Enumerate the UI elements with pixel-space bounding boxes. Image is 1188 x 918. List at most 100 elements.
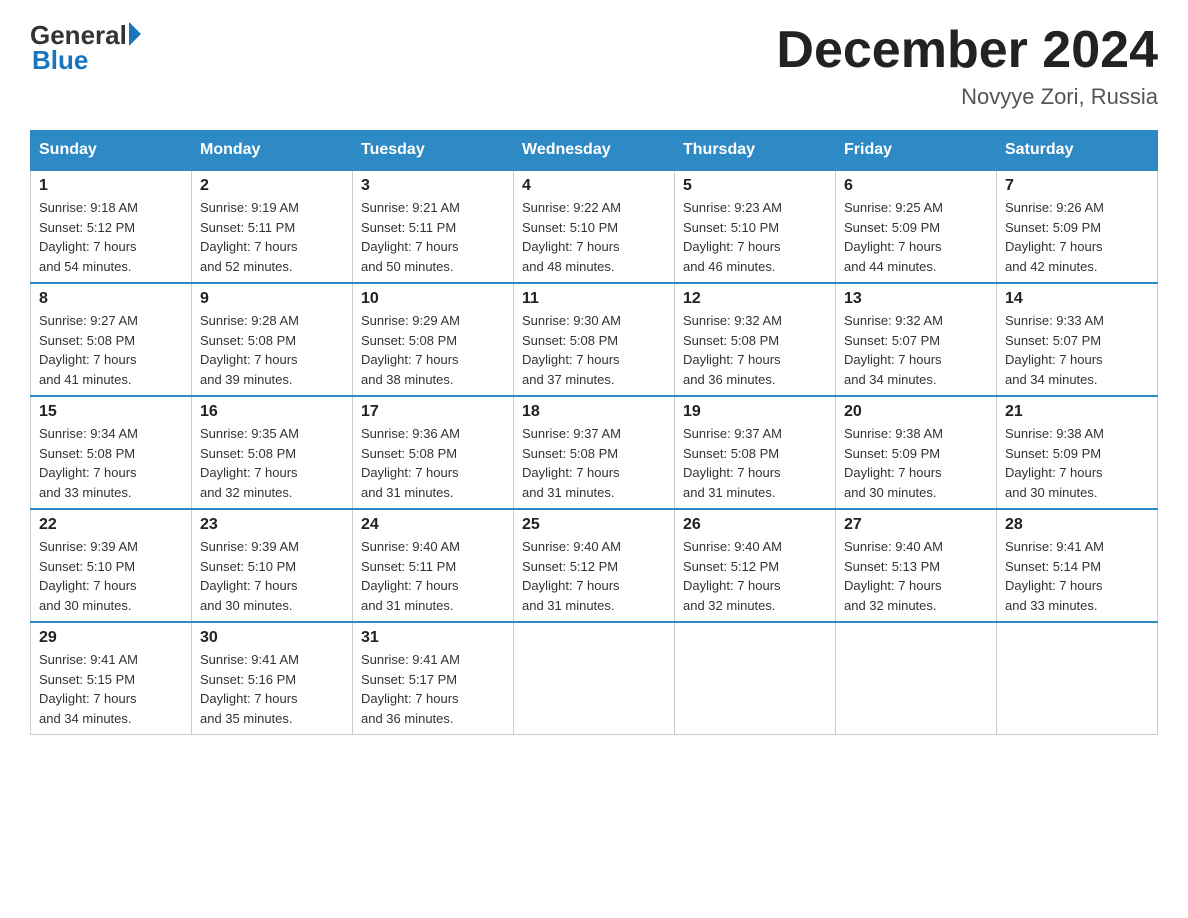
day-number: 5: [683, 177, 827, 195]
day-info: Sunrise: 9:37 AMSunset: 5:08 PMDaylight:…: [522, 426, 621, 500]
day-info: Sunrise: 9:36 AMSunset: 5:08 PMDaylight:…: [361, 426, 460, 500]
header-saturday: Saturday: [997, 131, 1158, 171]
logo: General Blue: [30, 20, 141, 76]
day-info: Sunrise: 9:25 AMSunset: 5:09 PMDaylight:…: [844, 200, 943, 274]
header-sunday: Sunday: [31, 131, 192, 171]
calendar-week-row: 15 Sunrise: 9:34 AMSunset: 5:08 PMDaylig…: [31, 396, 1158, 509]
table-row: 1 Sunrise: 9:18 AMSunset: 5:12 PMDayligh…: [31, 170, 192, 283]
table-row: 15 Sunrise: 9:34 AMSunset: 5:08 PMDaylig…: [31, 396, 192, 509]
table-row: 26 Sunrise: 9:40 AMSunset: 5:12 PMDaylig…: [675, 509, 836, 622]
day-info: Sunrise: 9:40 AMSunset: 5:13 PMDaylight:…: [844, 539, 943, 613]
day-number: 10: [361, 290, 505, 308]
day-info: Sunrise: 9:39 AMSunset: 5:10 PMDaylight:…: [200, 539, 299, 613]
day-info: Sunrise: 9:32 AMSunset: 5:07 PMDaylight:…: [844, 313, 943, 387]
day-number: 30: [200, 629, 344, 647]
table-row: [836, 622, 997, 735]
day-number: 25: [522, 516, 666, 534]
day-info: Sunrise: 9:38 AMSunset: 5:09 PMDaylight:…: [1005, 426, 1104, 500]
day-number: 18: [522, 403, 666, 421]
table-row: 9 Sunrise: 9:28 AMSunset: 5:08 PMDayligh…: [192, 283, 353, 396]
day-number: 6: [844, 177, 988, 195]
table-row: 2 Sunrise: 9:19 AMSunset: 5:11 PMDayligh…: [192, 170, 353, 283]
calendar-header-row: Sunday Monday Tuesday Wednesday Thursday…: [31, 131, 1158, 171]
day-info: Sunrise: 9:32 AMSunset: 5:08 PMDaylight:…: [683, 313, 782, 387]
day-number: 26: [683, 516, 827, 534]
table-row: 10 Sunrise: 9:29 AMSunset: 5:08 PMDaylig…: [353, 283, 514, 396]
header-tuesday: Tuesday: [353, 131, 514, 171]
table-row: 22 Sunrise: 9:39 AMSunset: 5:10 PMDaylig…: [31, 509, 192, 622]
table-row: 19 Sunrise: 9:37 AMSunset: 5:08 PMDaylig…: [675, 396, 836, 509]
table-row: 6 Sunrise: 9:25 AMSunset: 5:09 PMDayligh…: [836, 170, 997, 283]
day-number: 7: [1005, 177, 1149, 195]
day-info: Sunrise: 9:41 AMSunset: 5:16 PMDaylight:…: [200, 652, 299, 726]
table-row: 14 Sunrise: 9:33 AMSunset: 5:07 PMDaylig…: [997, 283, 1158, 396]
day-number: 29: [39, 629, 183, 647]
day-info: Sunrise: 9:30 AMSunset: 5:08 PMDaylight:…: [522, 313, 621, 387]
table-row: [514, 622, 675, 735]
day-number: 4: [522, 177, 666, 195]
calendar-table: Sunday Monday Tuesday Wednesday Thursday…: [30, 130, 1158, 735]
table-row: 23 Sunrise: 9:39 AMSunset: 5:10 PMDaylig…: [192, 509, 353, 622]
table-row: 3 Sunrise: 9:21 AMSunset: 5:11 PMDayligh…: [353, 170, 514, 283]
day-number: 17: [361, 403, 505, 421]
title-area: December 2024 Novyye Zori, Russia: [776, 20, 1158, 110]
day-number: 20: [844, 403, 988, 421]
day-number: 15: [39, 403, 183, 421]
day-info: Sunrise: 9:41 AMSunset: 5:15 PMDaylight:…: [39, 652, 138, 726]
table-row: 31 Sunrise: 9:41 AMSunset: 5:17 PMDaylig…: [353, 622, 514, 735]
day-info: Sunrise: 9:41 AMSunset: 5:14 PMDaylight:…: [1005, 539, 1104, 613]
day-info: Sunrise: 9:26 AMSunset: 5:09 PMDaylight:…: [1005, 200, 1104, 274]
day-info: Sunrise: 9:27 AMSunset: 5:08 PMDaylight:…: [39, 313, 138, 387]
day-number: 16: [200, 403, 344, 421]
day-info: Sunrise: 9:35 AMSunset: 5:08 PMDaylight:…: [200, 426, 299, 500]
table-row: 5 Sunrise: 9:23 AMSunset: 5:10 PMDayligh…: [675, 170, 836, 283]
day-number: 22: [39, 516, 183, 534]
day-info: Sunrise: 9:40 AMSunset: 5:12 PMDaylight:…: [522, 539, 621, 613]
day-info: Sunrise: 9:37 AMSunset: 5:08 PMDaylight:…: [683, 426, 782, 500]
day-info: Sunrise: 9:34 AMSunset: 5:08 PMDaylight:…: [39, 426, 138, 500]
table-row: 28 Sunrise: 9:41 AMSunset: 5:14 PMDaylig…: [997, 509, 1158, 622]
table-row: 13 Sunrise: 9:32 AMSunset: 5:07 PMDaylig…: [836, 283, 997, 396]
table-row: 21 Sunrise: 9:38 AMSunset: 5:09 PMDaylig…: [997, 396, 1158, 509]
logo-triangle-icon: [129, 22, 141, 46]
table-row: [675, 622, 836, 735]
calendar-week-row: 8 Sunrise: 9:27 AMSunset: 5:08 PMDayligh…: [31, 283, 1158, 396]
day-number: 24: [361, 516, 505, 534]
day-info: Sunrise: 9:29 AMSunset: 5:08 PMDaylight:…: [361, 313, 460, 387]
table-row: 7 Sunrise: 9:26 AMSunset: 5:09 PMDayligh…: [997, 170, 1158, 283]
day-info: Sunrise: 9:19 AMSunset: 5:11 PMDaylight:…: [200, 200, 299, 274]
table-row: 16 Sunrise: 9:35 AMSunset: 5:08 PMDaylig…: [192, 396, 353, 509]
day-info: Sunrise: 9:39 AMSunset: 5:10 PMDaylight:…: [39, 539, 138, 613]
day-number: 11: [522, 290, 666, 308]
day-number: 28: [1005, 516, 1149, 534]
header-wednesday: Wednesday: [514, 131, 675, 171]
location-text: Novyye Zori, Russia: [776, 84, 1158, 110]
day-number: 19: [683, 403, 827, 421]
table-row: 18 Sunrise: 9:37 AMSunset: 5:08 PMDaylig…: [514, 396, 675, 509]
table-row: 25 Sunrise: 9:40 AMSunset: 5:12 PMDaylig…: [514, 509, 675, 622]
day-number: 31: [361, 629, 505, 647]
day-info: Sunrise: 9:33 AMSunset: 5:07 PMDaylight:…: [1005, 313, 1104, 387]
calendar-week-row: 29 Sunrise: 9:41 AMSunset: 5:15 PMDaylig…: [31, 622, 1158, 735]
day-info: Sunrise: 9:38 AMSunset: 5:09 PMDaylight:…: [844, 426, 943, 500]
table-row: 17 Sunrise: 9:36 AMSunset: 5:08 PMDaylig…: [353, 396, 514, 509]
day-info: Sunrise: 9:18 AMSunset: 5:12 PMDaylight:…: [39, 200, 138, 274]
day-number: 14: [1005, 290, 1149, 308]
logo-blue-text: Blue: [30, 45, 88, 76]
table-row: 24 Sunrise: 9:40 AMSunset: 5:11 PMDaylig…: [353, 509, 514, 622]
day-info: Sunrise: 9:21 AMSunset: 5:11 PMDaylight:…: [361, 200, 460, 274]
table-row: 4 Sunrise: 9:22 AMSunset: 5:10 PMDayligh…: [514, 170, 675, 283]
table-row: 12 Sunrise: 9:32 AMSunset: 5:08 PMDaylig…: [675, 283, 836, 396]
day-number: 21: [1005, 403, 1149, 421]
day-number: 1: [39, 177, 183, 195]
day-number: 2: [200, 177, 344, 195]
table-row: 29 Sunrise: 9:41 AMSunset: 5:15 PMDaylig…: [31, 622, 192, 735]
day-number: 23: [200, 516, 344, 534]
day-number: 9: [200, 290, 344, 308]
day-info: Sunrise: 9:40 AMSunset: 5:12 PMDaylight:…: [683, 539, 782, 613]
day-info: Sunrise: 9:28 AMSunset: 5:08 PMDaylight:…: [200, 313, 299, 387]
calendar-week-row: 22 Sunrise: 9:39 AMSunset: 5:10 PMDaylig…: [31, 509, 1158, 622]
table-row: 11 Sunrise: 9:30 AMSunset: 5:08 PMDaylig…: [514, 283, 675, 396]
header-friday: Friday: [836, 131, 997, 171]
day-info: Sunrise: 9:41 AMSunset: 5:17 PMDaylight:…: [361, 652, 460, 726]
